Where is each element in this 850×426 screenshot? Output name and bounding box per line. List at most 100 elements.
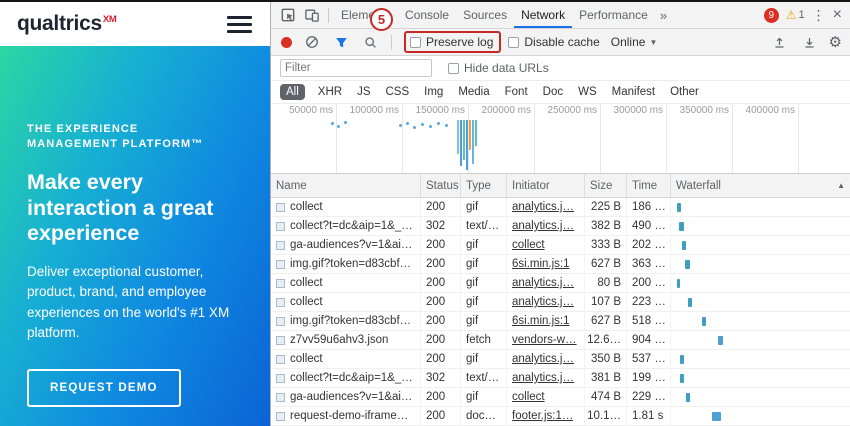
table-row[interactable]: collect200gifanalytics.j…80 B200 … [271,274,850,293]
overview-bar [475,120,477,146]
hide-data-urls-checkbox[interactable]: Hide data URLs [448,61,549,75]
cell-time: 186 … [627,198,671,216]
cell-size: 80 B [585,274,627,292]
request-name: collect [290,201,323,213]
disable-cache-checkbox[interactable]: Disable cache [508,35,599,49]
filter-pill-ws[interactable]: WS [572,84,603,100]
filter-pill-font[interactable]: Font [499,84,534,100]
cell-size: 12.6… [585,331,627,349]
initiator-link[interactable]: analytics.j… [512,353,574,365]
initiator-link[interactable]: collect [512,239,545,251]
initiator-link[interactable]: analytics.j… [512,201,574,213]
initiator-link[interactable]: 6si.min.js:1 [512,315,570,327]
throttling-dropdown[interactable]: Online ▼ [611,35,658,49]
table-row[interactable]: collect200gifanalytics.j…350 B537 … [271,350,850,369]
error-count-badge[interactable]: 9 [764,8,779,23]
column-header-time[interactable]: Time [627,174,671,197]
waterfall-bar [680,355,684,364]
column-header-waterfall[interactable]: Waterfall ▲ [671,174,850,197]
filter-pill-img[interactable]: Img [418,84,449,100]
devtools-close-icon[interactable]: × [833,7,842,23]
hamburger-menu-icon[interactable] [224,13,255,36]
initiator-link[interactable]: analytics.j… [512,372,574,384]
table-row[interactable]: collect200gifanalytics.j…225 B186 … [271,198,850,217]
cell-waterfall [671,293,850,311]
preserve-log-checkbox[interactable]: Preserve log [404,31,501,53]
toolbar-right: ⚙ [769,32,842,52]
tabbar-right: 9 ⚠ 1 ⋮ × [764,7,844,24]
filter-pill-doc[interactable]: Doc [537,84,569,100]
filter-pill-all[interactable]: All [280,84,305,100]
table-row[interactable]: ga-audiences?v=1&ai…200gifcollect474 B22… [271,388,850,407]
qualtrics-logo[interactable]: qualtricsXM [17,12,116,36]
table-row[interactable]: ga-audiences?v=1&ai…200gifcollect333 B20… [271,236,850,255]
tab-network[interactable]: Network [514,2,572,28]
request-name: ga-audiences?v=1&ai… [290,239,412,251]
filter-pill-js[interactable]: JS [351,84,376,100]
cell-name: collect?t=dc&aip=1&_… [271,217,421,235]
filter-pill-manifest[interactable]: Manifest [606,84,661,100]
request-demo-button[interactable]: REQUEST DEMO [27,369,181,407]
cell-name: z7vv59u6ahv3.json [271,331,421,349]
time-label: 150000 ms [403,104,469,118]
column-header-type[interactable]: Type [461,174,507,197]
filter-pill-media[interactable]: Media [452,84,495,100]
filter-pill-xhr[interactable]: XHR [312,84,348,100]
device-toolbar-icon[interactable] [301,5,323,25]
table-row[interactable]: request-demo-iframe…200doc…footer.js:1…1… [271,407,850,426]
column-header-name[interactable]: Name [271,174,421,197]
settings-gear-icon[interactable]: ⚙ [829,33,842,51]
initiator-link[interactable]: collect [512,391,545,403]
clear-icon[interactable] [301,32,323,52]
devtools-menu-icon[interactable]: ⋮ [812,7,826,24]
search-icon[interactable] [359,32,381,52]
network-overview[interactable]: 50000 ms100000 ms150000 ms200000 ms25000… [271,104,850,174]
network-table-header: Name Status Type Initiator Size Time Wat… [271,174,850,198]
initiator-link[interactable]: vendors-w… [512,334,577,346]
table-row[interactable]: collect200gifanalytics.j…107 B223 … [271,293,850,312]
devtools-tabbar: ElementsConsoleSourcesNetworkPerformance… [271,2,850,29]
error-count: 9 [768,10,774,21]
file-icon [276,279,285,288]
column-header-initiator[interactable]: Initiator [507,174,585,197]
warning-count-badge[interactable]: ⚠ 1 [786,8,805,22]
record-button[interactable] [281,37,292,48]
devtools-panel: 5 ElementsConsoleSourcesNetworkPerforman… [270,2,850,426]
cell-size: 350 B [585,350,627,368]
cell-size: 381 B [585,369,627,387]
cell-time: 200 … [627,274,671,292]
more-tabs-chevron-icon[interactable]: » [657,8,670,23]
waterfall-bar [686,393,690,402]
initiator-link[interactable]: analytics.j… [512,296,574,308]
waterfall-bar [677,203,681,212]
cell-status: 200 [421,331,461,349]
cell-initiator: footer.js:1… [507,407,585,425]
column-header-size[interactable]: Size [585,174,627,197]
cell-time: 229 … [627,388,671,406]
export-har-icon[interactable] [799,32,821,52]
filter-pill-other[interactable]: Other [664,84,705,100]
initiator-link[interactable]: footer.js:1… [512,410,573,422]
initiator-link[interactable]: analytics.j… [512,277,574,289]
tab-sources[interactable]: Sources [456,2,514,28]
table-row[interactable]: collect?t=dc&aip=1&_…302text/…analytics.… [271,369,850,388]
table-row[interactable]: z7vv59u6ahv3.json200fetchvendors-w…12.6…… [271,331,850,350]
table-row[interactable]: img.gif?token=d83cbf…200gif6si.min.js:16… [271,255,850,274]
overview-bar [469,120,471,150]
table-row[interactable]: collect?t=dc&aip=1&_…302text/…analytics.… [271,217,850,236]
tab-console[interactable]: Console [398,2,456,28]
import-har-icon[interactable] [769,32,791,52]
filter-pill-css[interactable]: CSS [379,84,415,100]
cell-type: gif [461,293,507,311]
inspect-element-icon[interactable] [277,5,299,25]
table-row[interactable]: img.gif?token=d83cbf…200gif6si.min.js:16… [271,312,850,331]
initiator-link[interactable]: 6si.min.js:1 [512,258,570,270]
cell-type: text/… [461,217,507,235]
filter-icon[interactable] [330,32,352,52]
network-toolbar: Preserve log Disable cache Online ▼ ⚙ [271,29,850,56]
initiator-link[interactable]: analytics.j… [512,220,574,232]
column-header-status[interactable]: Status [421,174,461,197]
cell-name: collect [271,198,421,216]
tab-performance[interactable]: Performance [572,2,655,28]
filter-input[interactable] [280,59,432,77]
